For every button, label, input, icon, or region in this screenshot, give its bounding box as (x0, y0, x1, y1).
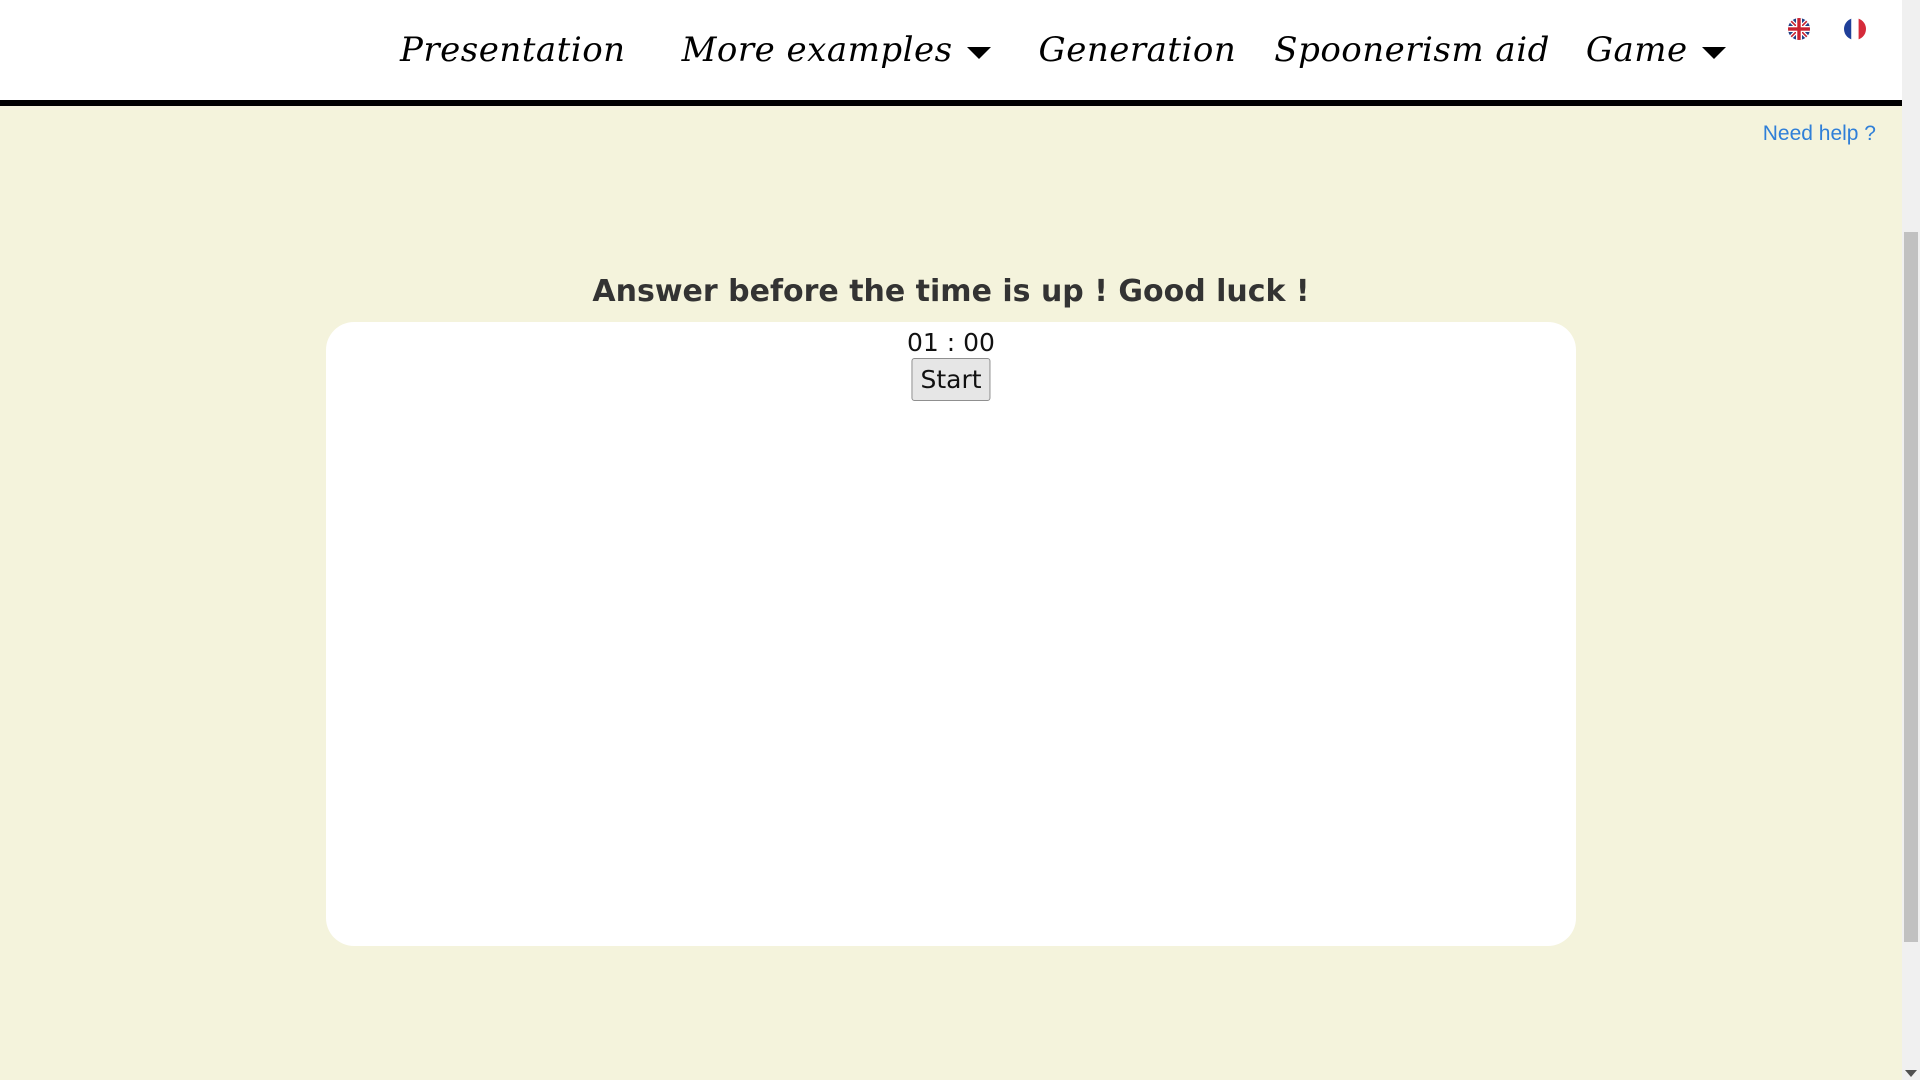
game-heading: Answer before the time is up ! Good luck… (592, 274, 1310, 309)
vertical-scrollbar[interactable] (1902, 0, 1920, 1080)
nav-item-more-examples[interactable]: More examples (682, 30, 991, 70)
language-switcher (1788, 18, 1866, 40)
uk-flag-icon[interactable] (1788, 18, 1810, 40)
nav-item-presentation[interactable]: Presentation (400, 30, 626, 70)
countdown-timer: 01 : 00 (907, 328, 995, 357)
need-help-link[interactable]: Need help ? (1763, 122, 1876, 146)
nav-item-label: Spoonerism aid (1274, 30, 1550, 70)
nav-item-generation[interactable]: Generation (1039, 30, 1237, 70)
scrollbar-thumb[interactable] (1904, 232, 1918, 942)
nav-item-label: Generation (1038, 30, 1237, 70)
nav-item-spoonerism-aid[interactable]: Spoonerism aid (1274, 30, 1550, 70)
caret-down-icon (1701, 47, 1726, 59)
page: Presentation More examples Generation Sp… (0, 0, 1902, 1080)
scroll-down-arrow-icon[interactable] (1905, 1070, 1917, 1077)
caret-down-icon (966, 47, 991, 59)
top-navbar: Presentation More examples Generation Sp… (0, 0, 1902, 106)
nav-item-game[interactable]: Game (1586, 30, 1726, 70)
nav-menu: Presentation More examples Generation Sp… (400, 22, 1726, 78)
start-button[interactable]: Start (911, 358, 991, 401)
france-flag-icon[interactable] (1844, 18, 1866, 40)
nav-item-label: Presentation (400, 30, 626, 70)
nav-item-label: More examples (681, 30, 953, 70)
nav-item-label: Game (1585, 30, 1688, 70)
game-card: 01 : 00 Start (326, 322, 1576, 946)
